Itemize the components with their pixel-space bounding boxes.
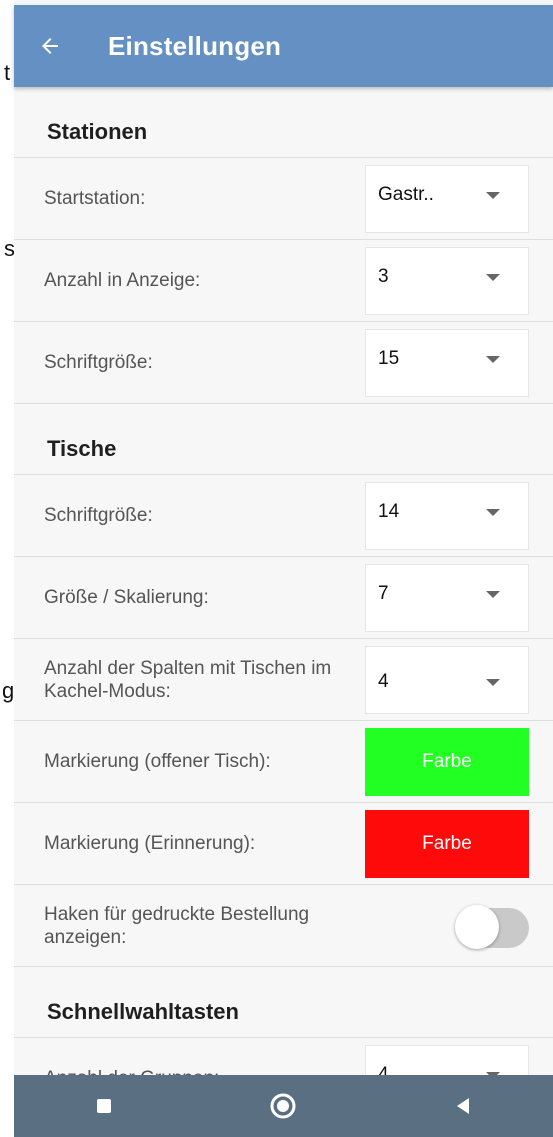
dropdown-value: 15: [378, 347, 400, 369]
dropdown-value: 4: [378, 1063, 389, 1076]
caret-down-icon: [486, 273, 500, 281]
caret-down-icon: [486, 508, 500, 516]
setting-row-stationen-schriftgroesse: Schriftgröße: 15: [14, 322, 553, 404]
setting-label: Startstation:: [44, 188, 146, 209]
dropdown-value: 7: [378, 582, 389, 604]
setting-label: Markierung (offener Tisch):: [44, 751, 271, 772]
arrow-left-icon[interactable]: [22, 5, 78, 87]
background-letter: t: [4, 60, 11, 85]
dropdown-value: 4: [378, 670, 389, 692]
stationen-schriftgroesse-dropdown[interactable]: 15: [365, 328, 529, 397]
setting-row-anzahl-anzeige: Anzahl in Anzeige: 3: [14, 240, 553, 322]
setting-label: Haken für gedruckte Bestellung anzeigen:: [44, 903, 310, 948]
home-circle-icon[interactable]: [253, 1076, 313, 1136]
setting-label: Anzahl in Anzeige:: [44, 270, 201, 291]
setting-row-markierung-erinnerung: Markierung (Erinnerung): Farbe: [14, 803, 553, 885]
setting-label: Markierung (Erinnerung):: [44, 833, 256, 854]
settings-list[interactable]: Stationen Startstation: Gastr.. Anzahl i…: [14, 87, 553, 1075]
toggle-knob: [455, 904, 499, 949]
setting-label: Schriftgröße:: [44, 352, 153, 373]
section-header-stationen: Stationen: [14, 87, 553, 158]
setting-label: Anzahl der Gruppen:: [44, 1067, 219, 1075]
setting-row-markierung-offen: Markierung (offener Tisch): Farbe: [14, 721, 553, 803]
settings-screen: Einstellungen Stationen Startstation: Ga…: [14, 0, 553, 1137]
setting-label: Anzahl der Spalten mit Tischen im Kachel…: [44, 657, 332, 702]
dropdown-value: 14: [378, 500, 400, 522]
setting-label: Schriftgröße:: [44, 505, 153, 526]
skalierung-dropdown[interactable]: 7: [365, 563, 529, 632]
setting-row-skalierung: Größe / Skalierung: 7: [14, 557, 553, 639]
anzahl-anzeige-dropdown[interactable]: 3: [365, 246, 529, 315]
setting-row-tische-schriftgroesse: Schriftgröße: 14: [14, 475, 553, 557]
tische-schriftgroesse-dropdown[interactable]: 14: [365, 481, 529, 550]
anzahl-gruppen-dropdown[interactable]: 4: [365, 1044, 529, 1076]
setting-row-startstation: Startstation: Gastr..: [14, 158, 553, 240]
startstation-dropdown[interactable]: Gastr..: [365, 164, 529, 233]
dropdown-value: Gastr..: [378, 183, 434, 205]
caret-down-icon: [486, 590, 500, 598]
background-strip: t s g: [0, 0, 15, 1137]
setting-row-spalten: Anzahl der Spalten mit Tischen im Kachel…: [14, 639, 553, 721]
back-triangle-icon[interactable]: [433, 1076, 493, 1136]
section-header-tische: Tische: [14, 404, 553, 475]
background-letter: g: [2, 678, 15, 703]
spalten-dropdown[interactable]: 4: [365, 645, 529, 714]
caret-down-icon: [486, 355, 500, 363]
setting-label: Größe / Skalierung:: [44, 587, 209, 608]
app-bar: Einstellungen: [14, 5, 553, 87]
color-button-erinnerung[interactable]: Farbe: [365, 809, 529, 878]
caret-down-icon: [486, 191, 500, 199]
setting-row-anzahl-gruppen: Anzahl der Gruppen: 4: [14, 1038, 553, 1075]
color-button-offener-tisch[interactable]: Farbe: [365, 727, 529, 796]
system-navigation-bar: [14, 1075, 553, 1137]
page-title: Einstellungen: [108, 30, 282, 61]
setting-row-haken: Haken für gedruckte Bestellung anzeigen:: [14, 885, 553, 967]
caret-down-icon: [486, 678, 500, 686]
recents-square-icon[interactable]: [74, 1076, 134, 1136]
section-header-schnellwahltasten: Schnellwahltasten: [14, 967, 553, 1038]
dropdown-value: 3: [378, 265, 389, 287]
haken-toggle-switch[interactable]: [455, 904, 529, 949]
